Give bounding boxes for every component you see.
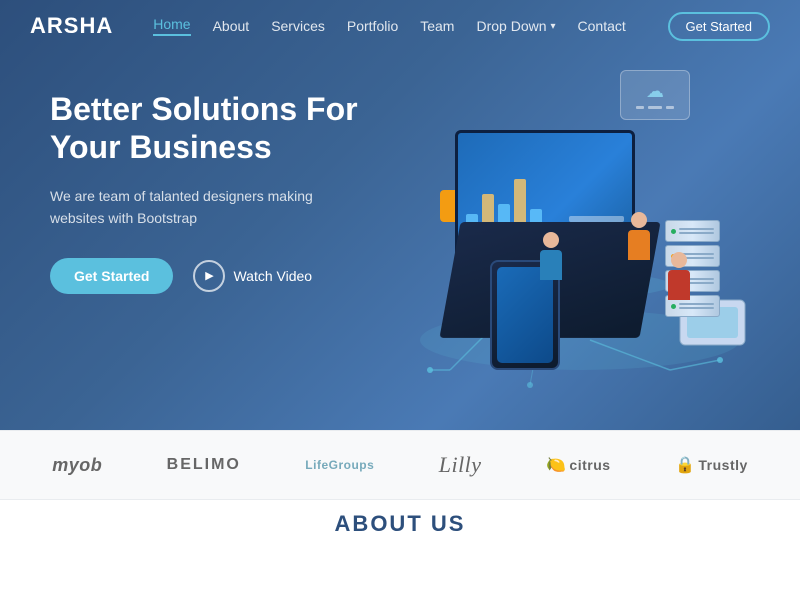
person-3-decoration [668,252,690,300]
hero-illustration: ✉ ☁ [390,30,770,400]
hero-get-started-button[interactable]: Get Started [50,258,173,294]
cloud-icon: ☁ [646,81,664,102]
chevron-down-icon: ▾ [551,21,556,32]
play-icon: ▶ [193,260,225,292]
brand-citrus: 🍋citrus [546,455,611,475]
nav-services[interactable]: Services [271,18,325,34]
brand-lifegroups: LifeGroups [305,458,374,472]
brand-belimo: BELIMO [167,456,241,474]
nav-links: Home About Services Portfolio Team Drop … [153,16,667,36]
cloud-box-decoration: ☁ [620,70,690,120]
navbar: ARSHA Home About Services Portfolio Team… [0,0,800,52]
nav-contact[interactable]: Contact [578,18,626,34]
nav-team[interactable]: Team [420,18,454,34]
trustly-icon: 🔒 [675,455,695,475]
brand-trustly: 🔒Trustly [675,455,748,475]
brand-logo[interactable]: ARSHA [30,13,113,39]
person-2-decoration [540,232,562,280]
hero-section: Better Solutions For Your Business We ar… [0,0,800,430]
citrus-icon: 🍋 [546,455,566,475]
about-section: ABOUT US [0,500,800,548]
nav-dropdown[interactable]: Drop Down ▾ [476,18,555,34]
brand-lilly: Lilly [439,452,482,478]
nav-portfolio[interactable]: Portfolio [347,18,398,34]
nav-about[interactable]: About [213,18,250,34]
hero-subtitle: We are team of talanted designers making… [50,185,370,230]
nav-home[interactable]: Home [153,16,190,36]
hero-title: Better Solutions For Your Business [50,90,370,167]
person-1-decoration [628,212,650,260]
hero-content: Better Solutions For Your Business We ar… [50,90,370,294]
hero-watch-video-button[interactable]: ▶ Watch Video [193,260,312,292]
brand-myob: myob [52,455,102,476]
about-title: ABOUT US [335,511,466,537]
nav-cta-button[interactable]: Get Started [668,12,770,41]
hero-buttons: Get Started ▶ Watch Video [50,258,370,294]
brands-bar: myob BELIMO LifeGroups Lilly 🍋citrus 🔒Tr… [0,430,800,500]
